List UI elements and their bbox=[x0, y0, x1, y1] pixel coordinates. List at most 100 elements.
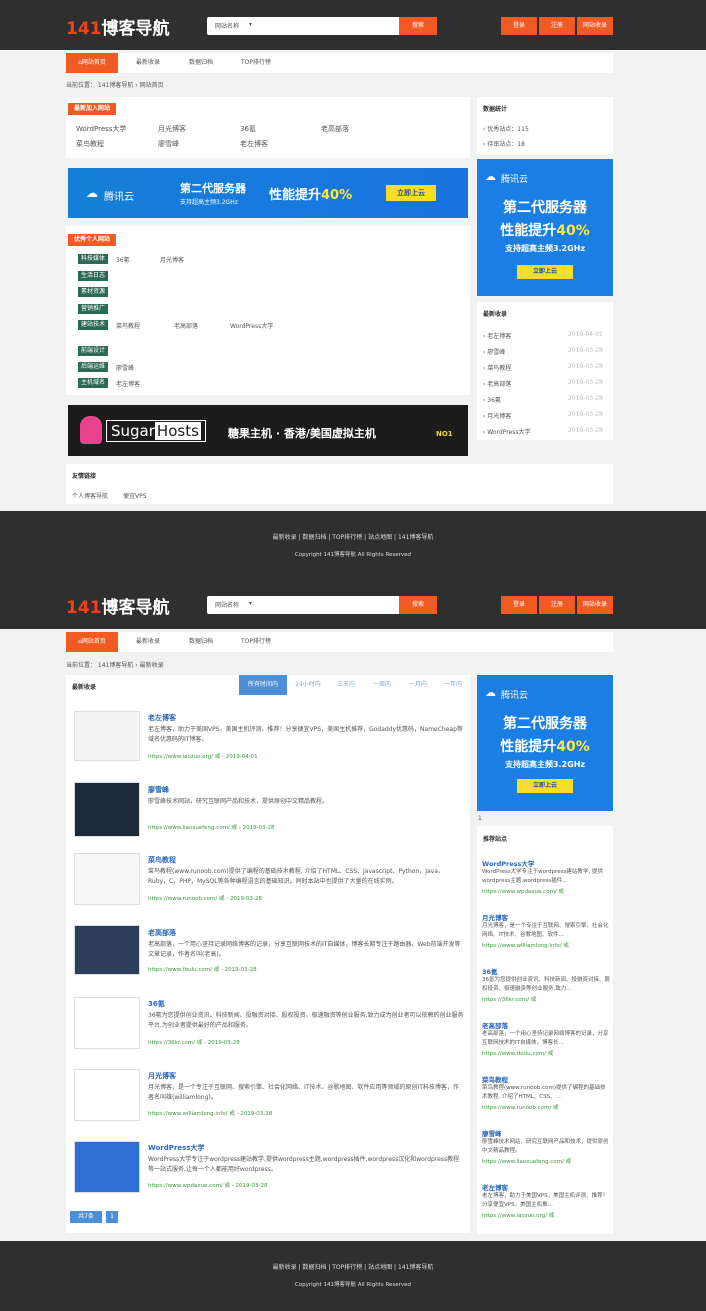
item-url[interactable]: https://www.tbulu.com/ 或 - 2019-03-28 bbox=[148, 965, 257, 973]
recent-item[interactable]: › 36氪 bbox=[483, 395, 501, 404]
recent-item[interactable]: › 廖雪峰 bbox=[483, 347, 505, 356]
item-url[interactable]: https://www.liaoxuefeng.com/ 或 - 2019-03… bbox=[148, 823, 275, 831]
category-tag[interactable]: 后端运维 bbox=[78, 362, 109, 372]
site-thumbnail[interactable] bbox=[74, 1069, 140, 1121]
item-url[interactable]: https://www.williamlong.info/ 或 - 2019-0… bbox=[148, 1109, 272, 1117]
site-link[interactable]: 廖雪峰 bbox=[158, 139, 179, 149]
search-select[interactable]: 网站名称 bbox=[215, 21, 239, 30]
site-link[interactable]: 老左博客 bbox=[116, 379, 140, 388]
recent-item[interactable]: › WordPress大学 bbox=[483, 427, 531, 436]
rec-url[interactable]: https://www.liaoxuefeng.com/ 或 bbox=[482, 1157, 571, 1165]
nav-archive[interactable]: 数据归档 bbox=[176, 632, 226, 652]
site-logo[interactable]: 141博客导航 bbox=[66, 593, 170, 618]
category-tag[interactable]: 生活日志 bbox=[78, 271, 109, 281]
item-title[interactable]: 老高部落 bbox=[148, 928, 176, 938]
category-tag[interactable]: 前端设计 bbox=[78, 346, 109, 356]
item-url[interactable]: https://36kr.com/ 或 - 2019-03-28 bbox=[148, 1038, 240, 1046]
friend-link[interactable]: 便宜VPS bbox=[123, 491, 147, 500]
site-link[interactable]: WordPress大学 bbox=[76, 124, 126, 134]
site-link[interactable]: 老高部落 bbox=[321, 124, 349, 134]
site-thumbnail[interactable] bbox=[74, 1141, 140, 1193]
nav-latest[interactable]: 最新收录 bbox=[122, 53, 174, 73]
tencent-ad-banner[interactable]: ☁ 腾讯云 第二代服务器 支持超高主频3.2GHz 性能提升40% 立即上云 bbox=[68, 168, 468, 218]
nav-top[interactable]: TOP排行榜 bbox=[228, 53, 284, 73]
login-button[interactable]: 登录 bbox=[501, 17, 537, 35]
rec-title[interactable]: 廖雪峰 bbox=[482, 1128, 502, 1138]
item-title[interactable]: 廖雪峰 bbox=[148, 785, 169, 795]
tab-month[interactable]: 一月内 bbox=[401, 675, 435, 695]
tencent-side-ad[interactable]: ☁ 腾讯云 第二代服务器 性能提升40% 支持超高主频3.2GHz 立即上云 bbox=[477, 159, 613, 296]
category-tag[interactable]: 主机域名 bbox=[78, 378, 109, 388]
site-thumbnail[interactable] bbox=[74, 782, 140, 837]
category-tag[interactable]: 科技媒体 bbox=[78, 254, 109, 264]
tab-year[interactable]: 一年内 bbox=[436, 675, 470, 695]
friend-link[interactable]: 个人博客导航 bbox=[72, 491, 108, 500]
nav-archive[interactable]: 数据归档 bbox=[176, 53, 226, 73]
rec-title[interactable]: WordPress大学 bbox=[482, 858, 534, 868]
site-thumbnail[interactable] bbox=[74, 925, 140, 975]
search-button[interactable]: 搜索 bbox=[399, 596, 437, 614]
item-title[interactable]: 菜鸟教程 bbox=[148, 855, 176, 865]
recent-item[interactable]: › 月光博客 bbox=[483, 411, 511, 420]
category-tag[interactable]: 营销推广 bbox=[78, 304, 109, 314]
rec-title[interactable]: 老左博客 bbox=[482, 1182, 508, 1192]
recent-item[interactable]: › 老高部落 bbox=[483, 379, 511, 388]
site-link[interactable]: 36氪 bbox=[240, 124, 256, 134]
search-button[interactable]: 搜索 bbox=[399, 17, 437, 35]
category-tag[interactable]: 素材资源 bbox=[78, 287, 109, 297]
rec-title[interactable]: 36氪 bbox=[482, 966, 498, 976]
tab-3days[interactable]: 三天内 bbox=[329, 675, 363, 695]
rec-title[interactable]: 月光博客 bbox=[482, 912, 508, 922]
ad-cta-button[interactable]: 立即上云 bbox=[386, 185, 436, 201]
rec-url[interactable]: https://www.wpdaxue.com/ 或 bbox=[482, 887, 564, 895]
site-link[interactable]: WordPress大学 bbox=[230, 321, 273, 330]
tab-week[interactable]: 一周内 bbox=[365, 675, 399, 695]
nav-home[interactable]: ⌂网站首页 bbox=[66, 632, 118, 652]
item-title[interactable]: 老左博客 bbox=[148, 713, 176, 723]
rec-url[interactable]: https://www.tbulu.com/ 或 bbox=[482, 1049, 553, 1057]
item-url[interactable]: https://www.wpdaxue.com/ 或 - 2019-03-28 bbox=[148, 1181, 267, 1189]
register-button[interactable]: 注册 bbox=[539, 17, 575, 35]
category-tag[interactable]: 建站技术 bbox=[78, 320, 109, 330]
rec-title[interactable]: 老高部落 bbox=[482, 1020, 508, 1030]
register-button[interactable]: 注册 bbox=[539, 596, 575, 614]
search-input[interactable]: 网站名称 ▾ bbox=[207, 596, 399, 614]
rec-title[interactable]: 菜鸟教程 bbox=[482, 1074, 508, 1084]
site-thumbnail[interactable] bbox=[74, 997, 140, 1049]
nav-latest[interactable]: 最新收录 bbox=[122, 632, 174, 652]
site-link[interactable]: 月光博客 bbox=[160, 255, 184, 264]
site-thumbnail[interactable] bbox=[74, 711, 140, 761]
site-link[interactable]: 月光博客 bbox=[158, 124, 186, 134]
submit-site-button[interactable]: 网站收录 bbox=[577, 17, 613, 35]
submit-site-button[interactable]: 网站收录 bbox=[577, 596, 613, 614]
site-link[interactable]: 菜鸟教程 bbox=[76, 139, 104, 149]
search-input[interactable]: 网站名称 ▾ bbox=[207, 17, 399, 35]
rec-url[interactable]: https://36kr.com/ 或 bbox=[482, 995, 536, 1003]
ad-cta-button[interactable]: 立即上云 bbox=[517, 779, 573, 793]
rec-url[interactable]: https://www.runoob.com/ 或 bbox=[482, 1103, 559, 1111]
site-logo[interactable]: 141博客导航 bbox=[66, 14, 170, 39]
rec-url[interactable]: https://www.williamlong.info/ 或 bbox=[482, 941, 569, 949]
item-url[interactable]: https://www.laozuo.org/ 或 - 2019-04-01 bbox=[148, 752, 258, 760]
footer-links[interactable]: 最新收录 | 数据归档 | TOP排行榜 | 站点地图 | 141博客导航 bbox=[0, 532, 706, 541]
pager-page-1[interactable]: 1 bbox=[106, 1211, 118, 1223]
item-title[interactable]: 月光博客 bbox=[148, 1071, 176, 1081]
recent-item[interactable]: › 老左博客 bbox=[483, 331, 511, 340]
site-thumbnail[interactable] bbox=[74, 853, 140, 905]
item-title[interactable]: WordPress大学 bbox=[148, 1143, 204, 1153]
site-link[interactable]: 36氪 bbox=[116, 255, 130, 264]
tab-24h[interactable]: 24小时内 bbox=[289, 675, 327, 695]
site-link[interactable]: 廖雪峰 bbox=[116, 363, 134, 372]
item-title[interactable]: 36氪 bbox=[148, 999, 165, 1009]
search-select[interactable]: 网站名称 bbox=[215, 600, 239, 609]
rec-url[interactable]: https://www.laozuo.org/ 或 bbox=[482, 1211, 554, 1219]
site-link[interactable]: 老高部落 bbox=[174, 321, 198, 330]
site-link[interactable]: 老左博客 bbox=[240, 139, 268, 149]
sugarhosts-ad-banner[interactable]: Sugar Hosts 糖果主机 · 香港/美国虚拟主机 NO1 bbox=[68, 405, 468, 456]
ad-cta-button[interactable]: 立即上云 bbox=[517, 265, 573, 279]
nav-top[interactable]: TOP排行榜 bbox=[228, 632, 284, 652]
login-button[interactable]: 登录 bbox=[501, 596, 537, 614]
item-url[interactable]: https://www.runoob.com/ 或 - 2019-03-28 bbox=[148, 894, 262, 902]
nav-home[interactable]: ⌂网站首页 bbox=[66, 53, 118, 73]
recent-item[interactable]: › 菜鸟教程 bbox=[483, 363, 511, 372]
